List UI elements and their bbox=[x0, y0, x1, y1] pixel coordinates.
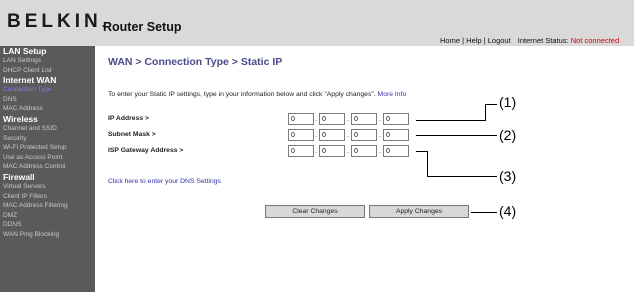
sidebar-item-dmz[interactable]: DMZ bbox=[0, 211, 95, 221]
ip-address-octet-2[interactable] bbox=[319, 113, 345, 125]
ip-address-octet-3[interactable] bbox=[351, 113, 377, 125]
callout-1-leader bbox=[416, 120, 486, 121]
octet-separator: . bbox=[347, 148, 349, 155]
callout-1-leader bbox=[485, 104, 486, 121]
octet-separator: . bbox=[347, 116, 349, 123]
sidebar-item-mac-address-filtering[interactable]: MAC Address Filtering bbox=[0, 201, 95, 211]
sidebar-item-channel-ssid[interactable]: Channel and SSID bbox=[0, 124, 95, 134]
sidebar-section-internet-wan[interactable]: Internet WAN bbox=[0, 75, 95, 85]
isp-gateway-octet-3[interactable] bbox=[351, 145, 377, 157]
sidebar-item-wps[interactable]: Wi-Fi Protected Setup bbox=[0, 143, 95, 153]
sidebar-item-mac-address[interactable]: MAC Address bbox=[0, 104, 95, 114]
isp-gateway-label: ISP Gateway Address > bbox=[108, 147, 184, 154]
instructions-body: To enter your Static IP settings, type i… bbox=[108, 91, 376, 98]
instructions-text: To enter your Static IP settings, type i… bbox=[108, 91, 406, 98]
sidebar-item-connection-type[interactable]: Connection Type bbox=[0, 85, 95, 95]
sidebar-item-access-point[interactable]: Use as Access Point bbox=[0, 153, 95, 163]
callout-2: (2) bbox=[499, 127, 517, 143]
callout-4: (4) bbox=[499, 203, 517, 219]
dns-settings-link[interactable]: Click here to enter your DNS Settings bbox=[108, 178, 221, 185]
app-title: Router Setup bbox=[103, 20, 182, 34]
octet-separator: . bbox=[347, 132, 349, 139]
callout-3-leader bbox=[427, 176, 497, 177]
subnet-mask-octet-1[interactable] bbox=[288, 129, 314, 141]
octet-separator: . bbox=[315, 148, 317, 155]
sidebar-section-lan-setup[interactable]: LAN Setup bbox=[0, 46, 95, 56]
isp-gateway-octet-4[interactable] bbox=[383, 145, 409, 157]
header-bar: BELKIN. Router Setup Home | Help | Logou… bbox=[0, 0, 634, 46]
callout-3-leader bbox=[427, 151, 428, 177]
link-separator: | bbox=[462, 36, 465, 45]
subnet-mask-octet-3[interactable] bbox=[351, 129, 377, 141]
clear-changes-button[interactable]: Clear Changes bbox=[265, 205, 365, 218]
link-separator: | bbox=[483, 36, 486, 45]
sidebar-section-wireless[interactable]: Wireless bbox=[0, 114, 95, 124]
sidebar-item-security[interactable]: Security bbox=[0, 134, 95, 144]
page-title: WAN > Connection Type > Static IP bbox=[108, 56, 283, 68]
isp-gateway-octet-1[interactable] bbox=[288, 145, 314, 157]
callout-1-leader bbox=[485, 104, 497, 105]
logout-link[interactable]: Logout bbox=[488, 36, 511, 45]
isp-gateway-octet-2[interactable] bbox=[319, 145, 345, 157]
belkin-logo: BELKIN. bbox=[7, 11, 106, 32]
header-links: Home | Help | Logout Internet Status: No… bbox=[440, 36, 619, 45]
help-link[interactable]: Help bbox=[466, 36, 481, 45]
sidebar-item-dns[interactable]: DNS bbox=[0, 95, 95, 105]
callout-2-leader bbox=[416, 135, 497, 136]
ip-address-octet-4[interactable] bbox=[383, 113, 409, 125]
octet-separator: . bbox=[379, 132, 381, 139]
sidebar-item-wan-ping-blocking[interactable]: WAN Ping Blocking bbox=[0, 230, 95, 240]
sidebar-item-dhcp-client-list[interactable]: DHCP Client List bbox=[0, 66, 95, 76]
sidebar-item-virtual-servers[interactable]: Virtual Servers bbox=[0, 182, 95, 192]
callout-3: (3) bbox=[499, 168, 517, 184]
callout-1: (1) bbox=[499, 94, 517, 110]
ip-address-label: IP Address > bbox=[108, 115, 149, 122]
subnet-mask-octet-4[interactable] bbox=[383, 129, 409, 141]
sidebar-section-firewall[interactable]: Firewall bbox=[0, 172, 95, 182]
octet-separator: . bbox=[315, 116, 317, 123]
octet-separator: . bbox=[379, 116, 381, 123]
ip-address-octet-1[interactable] bbox=[288, 113, 314, 125]
sidebar-nav: LAN Setup LAN Settings DHCP Client List … bbox=[0, 46, 95, 292]
subnet-mask-label: Subnet Mask > bbox=[108, 131, 156, 138]
internet-status-label: Internet Status: bbox=[517, 36, 569, 45]
sidebar-item-mac-address-control[interactable]: MAC Address Control bbox=[0, 162, 95, 172]
more-info-link[interactable]: More Info bbox=[378, 91, 407, 98]
sidebar-item-ddns[interactable]: DDNS bbox=[0, 220, 95, 230]
octet-separator: . bbox=[315, 132, 317, 139]
apply-changes-button[interactable]: Apply Changes bbox=[369, 205, 469, 218]
subnet-mask-octet-2[interactable] bbox=[319, 129, 345, 141]
main-content: WAN > Connection Type > Static IP To ent… bbox=[95, 46, 634, 292]
internet-status-value: Not connected bbox=[570, 36, 620, 45]
home-link[interactable]: Home bbox=[440, 36, 460, 45]
sidebar-item-lan-settings[interactable]: LAN Settings bbox=[0, 56, 95, 66]
octet-separator: . bbox=[379, 148, 381, 155]
sidebar-item-client-ip-filters[interactable]: Client IP Filters bbox=[0, 192, 95, 202]
callout-4-leader bbox=[471, 212, 497, 213]
